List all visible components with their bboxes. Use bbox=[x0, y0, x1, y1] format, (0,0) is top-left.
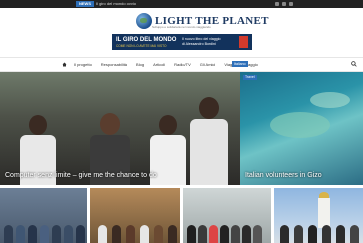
twitter-icon[interactable] bbox=[282, 2, 286, 6]
photo-person bbox=[190, 97, 228, 185]
feature-article-computer[interactable]: Computer senz limite – give me the chanc… bbox=[0, 72, 240, 185]
language-selector[interactable]: Italiano bbox=[232, 61, 248, 67]
facebook-icon[interactable] bbox=[275, 2, 279, 6]
news-ticker[interactable]: Il giro del mondo ovvio bbox=[96, 1, 136, 7]
photo-crowd bbox=[0, 219, 87, 243]
banner-text-line2: di Alessandro Bordini bbox=[182, 42, 216, 46]
photo-reef bbox=[270, 112, 330, 138]
nav-item-articoli[interactable]: Articoli bbox=[153, 62, 165, 67]
banner-subtitle: COME NON LO AVETE MAI VISTO bbox=[116, 43, 167, 48]
photo-reef bbox=[310, 92, 350, 108]
site-tagline: Sviluppo e solidarietà nel mondo viaggia… bbox=[152, 25, 211, 29]
nav-item-progetto[interactable]: Il progetto bbox=[74, 62, 92, 67]
photo-crowd bbox=[90, 219, 180, 243]
main-nav: Il progetto Responsabilità Blog Articoli… bbox=[0, 57, 363, 72]
nav-item-blog[interactable]: Blog bbox=[136, 62, 144, 67]
photo-crowd bbox=[274, 219, 363, 243]
social-icons bbox=[275, 1, 293, 6]
nav-item-amici[interactable]: Gli Amici bbox=[200, 62, 216, 67]
article-thumb-4[interactable] bbox=[274, 188, 363, 243]
feature-caption[interactable]: Computer senz limite – give me the chanc… bbox=[5, 172, 157, 179]
nav-item-radio-tv[interactable]: Radio/TV bbox=[174, 62, 191, 67]
feature-caption[interactable]: Italian volunteers in Gizo bbox=[245, 172, 322, 179]
book-cover-icon bbox=[239, 36, 248, 48]
article-thumb-3[interactable] bbox=[183, 188, 271, 243]
nav-item-responsabilita[interactable]: Responsabilità bbox=[101, 62, 127, 67]
article-thumb-2[interactable] bbox=[90, 188, 180, 243]
rss-icon[interactable] bbox=[289, 2, 293, 6]
search-icon[interactable] bbox=[351, 61, 357, 67]
photo-crowd bbox=[183, 219, 271, 243]
news-badge[interactable]: NEWS bbox=[76, 1, 94, 7]
category-tag[interactable]: Travel bbox=[243, 75, 257, 80]
article-thumb-1[interactable] bbox=[0, 188, 87, 243]
banner-title: IL GIRO DEL MONDO bbox=[116, 36, 177, 43]
nav-menu: Il progetto Responsabilità Blog Articoli… bbox=[74, 58, 258, 71]
banner-left: IL GIRO DEL MONDO COME NON LO AVETE MAI … bbox=[112, 37, 176, 48]
globe-icon bbox=[136, 13, 152, 29]
home-icon[interactable] bbox=[62, 62, 67, 67]
book-banner[interactable]: IL GIRO DEL MONDO COME NON LO AVETE MAI … bbox=[112, 34, 252, 50]
top-bar: NEWS Il giro del mondo ovvio bbox=[0, 0, 363, 8]
banner-text: Il nuovo libro del viaggio di Alessandro… bbox=[182, 37, 221, 47]
feature-article-gizo[interactable]: Travel Italian volunteers in Gizo bbox=[240, 72, 363, 185]
